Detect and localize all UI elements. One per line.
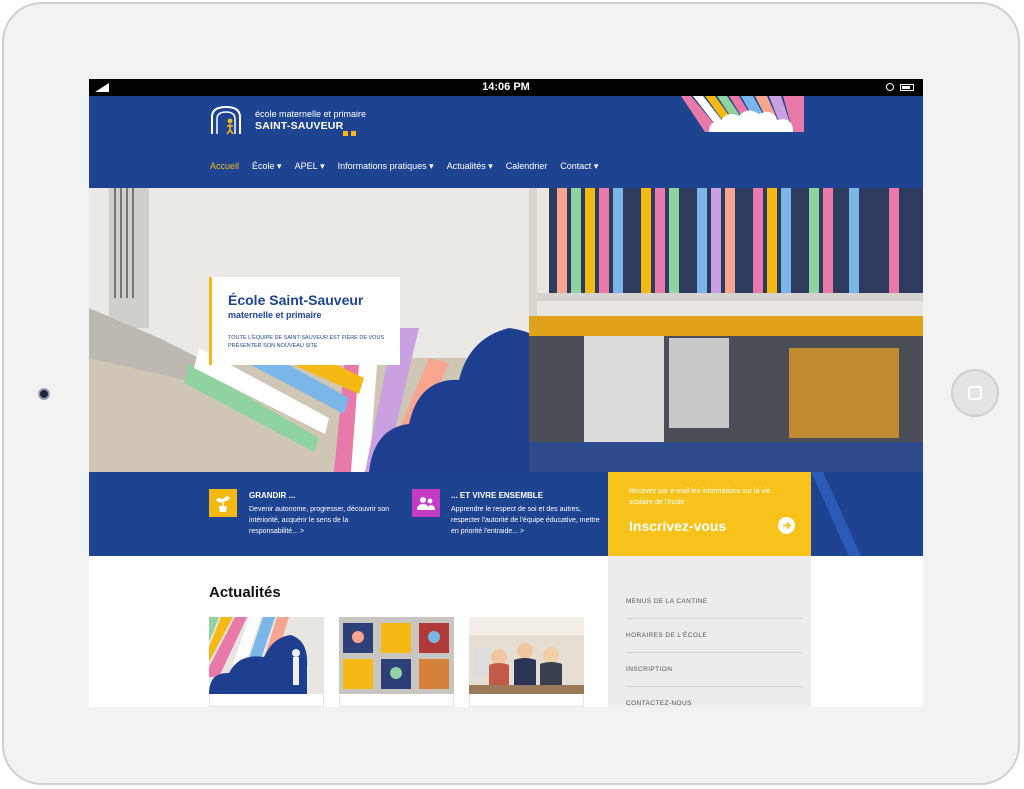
nav-item-calendrier[interactable]: Calendrier xyxy=(506,161,548,171)
nav-item-apel[interactable]: APEL ▾ xyxy=(295,161,325,172)
site-header: école maternelle et primaire SAINT-SAUVE… xyxy=(89,96,923,188)
newsletter-signup[interactable]: Recevez par e-mail les informations sur … xyxy=(608,472,811,556)
arrow-right-icon[interactable] xyxy=(778,517,795,534)
quick-links-sidebar: MENUS DE LA CANTINE HORAIRES DE L'ÉCOLE … xyxy=(608,556,811,707)
news-thumbnail[interactable] xyxy=(469,617,584,694)
nav-item-informations-pratiques[interactable]: Informations pratiques ▾ xyxy=(338,161,434,172)
news-card-footer xyxy=(339,694,454,707)
news-card-footer xyxy=(469,694,584,707)
clock-icon xyxy=(886,83,894,91)
hero-subtitle: maternelle et primaire xyxy=(228,310,322,320)
hero-title: École Saint-Sauveur xyxy=(228,292,364,308)
school-logo-icon[interactable] xyxy=(209,105,243,135)
sidebar-link-inscription[interactable]: INSCRIPTION xyxy=(626,666,672,673)
feature-text-vivre-ensemble[interactable]: Apprendre le respect de soi et des autre… xyxy=(451,504,601,537)
sidebar-link-contactez-nous[interactable]: CONTACTEZ-NOUS xyxy=(626,700,692,707)
logo-title[interactable]: SAINT-SAUVEUR xyxy=(255,120,343,132)
hero-card: École Saint-Sauveur maternelle et primai… xyxy=(209,277,400,365)
status-bar: 14:06 PM xyxy=(89,79,923,96)
logo-subtitle: école maternelle et primaire xyxy=(255,109,367,119)
news-thumbnail[interactable] xyxy=(339,617,454,694)
hero-description: Toute l'équipe de Saint-Sauveur est fièr… xyxy=(228,335,385,349)
nav-item-ecole[interactable]: École ▾ xyxy=(252,161,282,172)
nav-item-actualites[interactable]: Actualités ▾ xyxy=(447,161,493,172)
screen: 14:06 PM école maternelle et primaire SA… xyxy=(89,79,923,707)
battery-icon xyxy=(900,84,914,91)
rainbow-cloud-graphic xyxy=(681,96,804,132)
feature-text-grandir[interactable]: Devenir autonome, progresser, découvrir … xyxy=(249,504,399,537)
sidebar-link-horaires[interactable]: HORAIRES DE L'ÉCOLE xyxy=(626,632,707,639)
news-thumbnail[interactable] xyxy=(209,617,324,694)
plant-icon xyxy=(209,489,237,517)
news-card-footer xyxy=(209,694,324,707)
status-time: 14:06 PM xyxy=(482,81,530,93)
news-section-title: Actualités xyxy=(209,584,281,601)
main-nav: Accueil École ▾ APEL ▾ Informations pratiqu… xyxy=(210,161,611,172)
people-icon xyxy=(412,489,440,517)
feature-title-grandir[interactable]: GRANDIR ... xyxy=(249,491,295,500)
nav-item-contact[interactable]: Contact ▾ xyxy=(560,161,598,172)
divider xyxy=(626,652,802,653)
divider xyxy=(626,618,802,619)
band-decoration xyxy=(811,472,861,556)
hero-section: École Saint-Sauveur maternelle et primai… xyxy=(89,188,923,472)
nav-item-accueil[interactable]: Accueil xyxy=(210,161,239,171)
newsletter-cta[interactable]: Inscrivez-vous xyxy=(629,518,726,534)
newsletter-text: Recevez par e-mail les informations sur … xyxy=(629,488,771,506)
home-button[interactable] xyxy=(951,369,999,417)
feature-title-vivre-ensemble[interactable]: ... ET VIVRE ENSEMBLE xyxy=(451,491,543,500)
divider xyxy=(626,686,802,687)
sidebar-link-menus-cantine[interactable]: MENUS DE LA CANTINE xyxy=(626,598,708,605)
logo-dots xyxy=(343,123,359,141)
camera-icon xyxy=(38,388,50,400)
